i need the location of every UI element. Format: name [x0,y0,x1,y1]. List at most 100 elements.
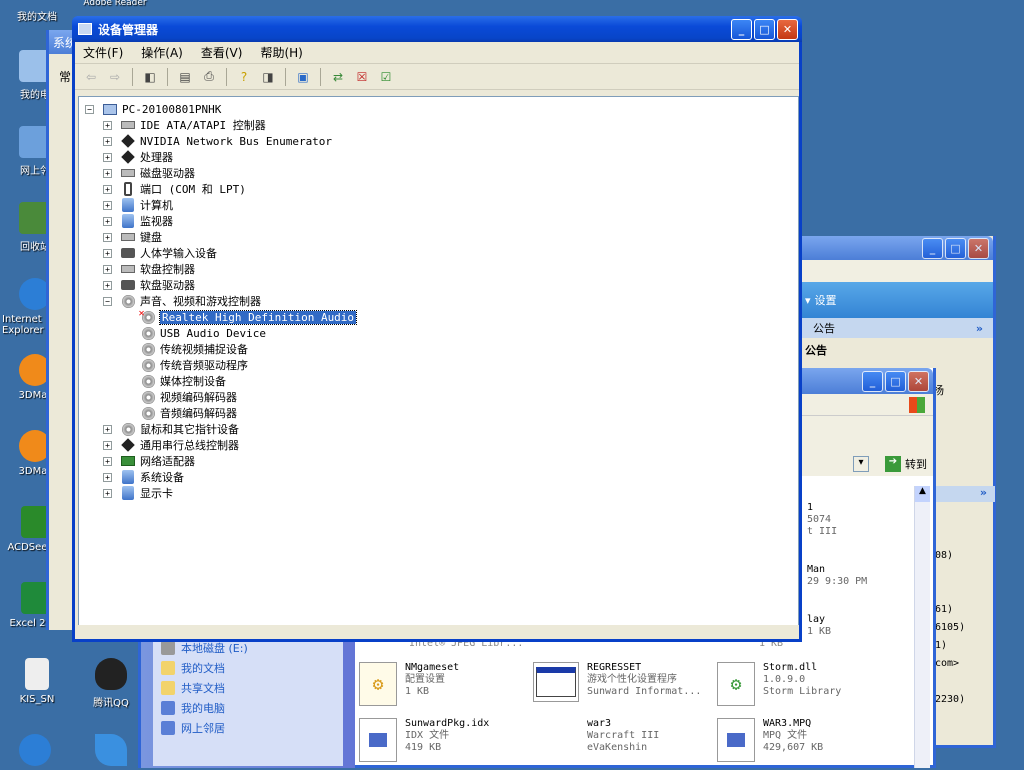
file-item-partial[interactable]: 1 5074 t III [807,502,837,538]
properties-icon[interactable]: ▤ [175,67,195,87]
refresh-icon[interactable]: ▣ [293,67,313,87]
link-shared-documents[interactable]: 共享文档 [161,678,335,698]
tree-device[interactable]: Realtek High Definition Audio [85,308,792,325]
expand-icon[interactable]: + [103,152,112,162]
tree-category[interactable]: + 显示卡 [85,485,792,501]
expand-icon[interactable]: + [103,216,112,226]
expand-icon[interactable]: + [103,440,112,450]
tree-device[interactable]: 视频编码解码器 [85,389,792,405]
file-item[interactable]: ⚙ NMgameset 配置设置 1 KB [359,662,459,706]
expand-icon[interactable]: + [103,264,112,274]
tree-category[interactable]: + 计算机 [85,197,792,213]
file-name: 1 [807,502,814,513]
tree-category[interactable]: + 磁盘驱动器 [85,165,792,181]
expand-icon[interactable]: + [103,472,112,482]
tree-category[interactable]: − 声音、视频和游戏控制器 [85,293,792,309]
expand-icon[interactable]: + [103,232,112,242]
uninstall-icon[interactable]: ☒ [352,67,372,87]
desktop-icon-kis[interactable]: KIS_SN [2,658,72,705]
expand-icon[interactable]: + [103,136,112,146]
menu-view[interactable]: 查看(V) [201,44,243,61]
file-item[interactable]: ⚙ Storm.dll 1.0.9.0 Storm Library [717,662,841,706]
menu-file[interactable]: 文件(F) [83,44,123,61]
close-button[interactable]: ✕ [908,370,929,392]
file-item[interactable]: WAR3.MPQ MPQ 文件 429,607 KB [717,718,823,762]
maximize-button[interactable]: □ [885,370,906,392]
expand-icon[interactable]: + [103,184,112,194]
scroll-up-icon[interactable]: ▲ [915,486,930,502]
device-manager-window[interactable]: 设备管理器 _ □ ✕ 文件(F) 操作(A) 查看(V) 帮助(H) ⇦ ⇨ … [72,16,802,642]
file-item[interactable]: war3 Warcraft III eVaKenshin [533,718,659,754]
menu-action[interactable]: 操作(A) [141,44,183,61]
collapse-icon[interactable]: − [103,296,112,306]
update-driver-icon[interactable]: ☑ [376,67,396,87]
tree-category[interactable]: + 系统设备 [85,469,792,485]
tree-category[interactable]: + 软盘控制器 [85,261,792,277]
collapse-icon[interactable]: − [85,104,94,114]
file-item-partial[interactable]: Man 29 9:30 PM [807,564,867,588]
tree-device[interactable]: 传统音频驱动程序 [85,357,792,373]
desktop-icon-qq[interactable]: 腾讯QQ [76,658,146,709]
expand-icon[interactable]: + [103,248,112,258]
expand-icon[interactable]: + [103,488,112,498]
tree-category[interactable]: + IDE ATA/ATAPI 控制器 [85,117,792,133]
link-network-places[interactable]: 网上邻居 [161,718,335,738]
settings-link[interactable]: 设置 [815,292,837,308]
expand-icon[interactable]: + [103,120,112,130]
disk-drive-icon [120,166,136,180]
tab-notice[interactable]: 公告 [813,320,835,336]
console-tree-icon[interactable]: ◧ [140,67,160,87]
expand-icon[interactable]: + [103,200,112,210]
file-item[interactable]: REGRESSET 游戏个性化设置程序 Sunward Informat... [533,662,701,702]
scan-hardware-icon[interactable]: ⇄ [328,67,348,87]
desktop-icon-partial[interactable]: Adobe Reader [80,0,150,8]
maximize-button[interactable]: □ [754,18,775,40]
view-icon[interactable]: ◨ [258,67,278,87]
expand-icon[interactable]: + [103,168,112,178]
tree-device[interactable]: 媒体控制设备 [85,373,792,389]
tree-category[interactable]: + 监视器 [85,213,792,229]
tree-category[interactable]: + 软盘驱动器 [85,277,792,293]
desktop-icon-bird[interactable] [76,734,146,770]
print-icon[interactable]: ⎙ [199,67,219,87]
dropdown-arrow-icon[interactable]: ▾ [853,456,869,472]
maximize-button[interactable]: □ [945,237,966,259]
tree-category[interactable]: + 人体学输入设备 [85,245,792,261]
desktop-icon-media[interactable] [0,734,70,770]
tree-root[interactable]: − PC-20100801PNHK [85,101,792,117]
expand-chevron-icon[interactable]: » [935,486,995,502]
computer-icon [120,198,136,212]
minimize-button[interactable]: _ [731,18,752,40]
tree-category[interactable]: + NVIDIA Network Bus Enumerator [85,133,792,149]
expand-chevron-icon[interactable]: » [976,322,983,335]
tree-device[interactable]: USB Audio Device [85,325,792,341]
tree-device[interactable]: 音频编码解码器 [85,405,792,421]
file-item[interactable]: SunwardPkg.idx IDX 文件 419 KB [359,718,489,762]
tree-category[interactable]: + 通用串行总线控制器 [85,437,792,453]
desktop-icon-my-documents[interactable]: 我的文档 [2,0,72,23]
forward-icon[interactable]: ⇨ [105,67,125,87]
tree-category[interactable]: + 网络适配器 [85,453,792,469]
vertical-scrollbar[interactable]: ▲ [914,486,930,768]
help-icon[interactable]: ? [234,67,254,87]
tree-category[interactable]: + 鼠标和其它指针设备 [85,421,792,437]
menu-help[interactable]: 帮助(H) [260,44,302,61]
minimize-button[interactable]: _ [862,370,883,392]
close-button[interactable]: ✕ [777,18,798,40]
expand-icon[interactable]: + [103,424,112,434]
link-my-computer[interactable]: 我的电脑 [161,698,335,718]
tree-category[interactable]: + 键盘 [85,229,792,245]
close-button[interactable]: ✕ [968,237,989,259]
tree-category[interactable]: + 处理器 [85,149,792,165]
tree-category[interactable]: + 端口 (COM 和 LPT) [85,181,792,197]
expand-icon[interactable]: + [103,456,112,466]
tree-device[interactable]: 传统视频捕捉设备 [85,341,792,357]
link-my-documents[interactable]: 我的文档 [161,658,335,678]
minimize-button[interactable]: _ [922,237,943,259]
go-button[interactable]: ➔ 转到 [885,456,927,472]
file-detail: t III [807,526,838,537]
device-tree[interactable]: − PC-20100801PNHK + IDE ATA/ATAPI 控制器 + NVI… [78,96,799,628]
expand-icon[interactable]: + [103,280,112,290]
file-item-partial[interactable]: lay 1 KB [807,614,831,638]
back-icon[interactable]: ⇦ [81,67,101,87]
